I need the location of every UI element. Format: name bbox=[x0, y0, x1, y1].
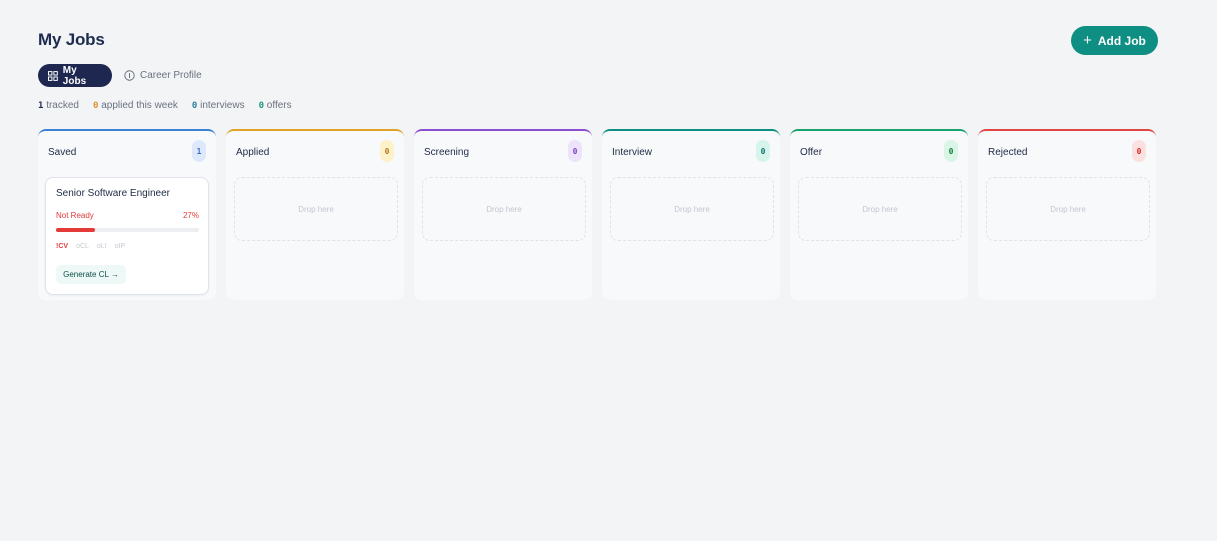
page-title: My Jobs bbox=[38, 30, 105, 49]
column-count-badge: 0 bbox=[756, 140, 770, 162]
column-title: Interview bbox=[612, 147, 653, 158]
tab-my-jobs[interactable]: My Jobs bbox=[38, 64, 112, 87]
add-job-label: Add Job bbox=[1097, 33, 1146, 48]
add-job-button[interactable]: + Add Job bbox=[1071, 26, 1158, 55]
readiness-status: Not Ready bbox=[56, 211, 94, 220]
stat-interviews: 0 interviews bbox=[191, 100, 245, 111]
tab-career-profile-label: Career Profile bbox=[140, 70, 202, 81]
column-title: Screening bbox=[424, 147, 470, 158]
drop-zone[interactable]: Drop here bbox=[798, 177, 962, 241]
stat-applied-week: 0 applied this week bbox=[93, 100, 178, 111]
drop-zone[interactable]: Drop here bbox=[986, 177, 1150, 241]
readiness-percent: 27% bbox=[182, 211, 199, 220]
column-title: Applied bbox=[236, 147, 270, 158]
tab-bar: My Jobs Career Profile bbox=[38, 64, 212, 87]
readiness-progress-bar bbox=[56, 228, 199, 232]
info-circle-icon bbox=[124, 70, 135, 81]
drop-zone[interactable]: Drop here bbox=[422, 177, 586, 241]
document-status-list: !CV oCL oLI oIP bbox=[56, 243, 125, 250]
column-interview: Interview 0 Drop here bbox=[602, 129, 780, 300]
column-title: Rejected bbox=[988, 147, 1028, 158]
tab-career-profile[interactable]: Career Profile bbox=[114, 64, 212, 87]
stat-offers: 0 offers bbox=[258, 100, 292, 111]
doc-status-cl: oCL bbox=[76, 243, 89, 250]
drop-zone[interactable]: Drop here bbox=[234, 177, 398, 241]
column-count-badge: 0 bbox=[1132, 140, 1146, 162]
column-count-badge: 0 bbox=[944, 140, 958, 162]
column-saved: Saved 1 Senior Software Engineer Not Rea… bbox=[38, 129, 216, 300]
column-screening: Screening 0 Drop here bbox=[414, 129, 592, 300]
doc-status-li: oLI bbox=[96, 243, 107, 250]
generate-cl-button[interactable]: Generate CL → bbox=[56, 265, 126, 284]
stats-bar: 1 tracked 0 applied this week 0 intervie… bbox=[38, 100, 292, 111]
tab-my-jobs-label: My Jobs bbox=[62, 64, 87, 87]
grid-icon bbox=[48, 70, 58, 81]
job-title: Senior Software Engineer bbox=[56, 188, 170, 199]
column-count-badge: 0 bbox=[380, 140, 394, 162]
column-offer: Offer 0 Drop here bbox=[790, 129, 968, 300]
drop-zone[interactable]: Drop here bbox=[610, 177, 774, 241]
column-title: Saved bbox=[48, 147, 77, 158]
column-count-badge: 1 bbox=[192, 140, 206, 162]
job-card[interactable]: Senior Software Engineer Not Ready 27% !… bbox=[45, 177, 209, 295]
doc-status-cv: !CV bbox=[56, 243, 69, 250]
stat-tracked: 1 tracked bbox=[38, 100, 79, 111]
doc-status-ip: oIP bbox=[114, 243, 126, 250]
column-count-badge: 0 bbox=[568, 140, 582, 162]
column-applied: Applied 0 Drop here bbox=[226, 129, 404, 300]
kanban-board: Saved 1 Senior Software Engineer Not Rea… bbox=[38, 129, 1156, 300]
readiness-progress-fill bbox=[56, 228, 95, 232]
column-title: Offer bbox=[800, 147, 823, 158]
column-rejected: Rejected 0 Drop here bbox=[978, 129, 1156, 300]
plus-icon: + bbox=[1083, 31, 1092, 49]
